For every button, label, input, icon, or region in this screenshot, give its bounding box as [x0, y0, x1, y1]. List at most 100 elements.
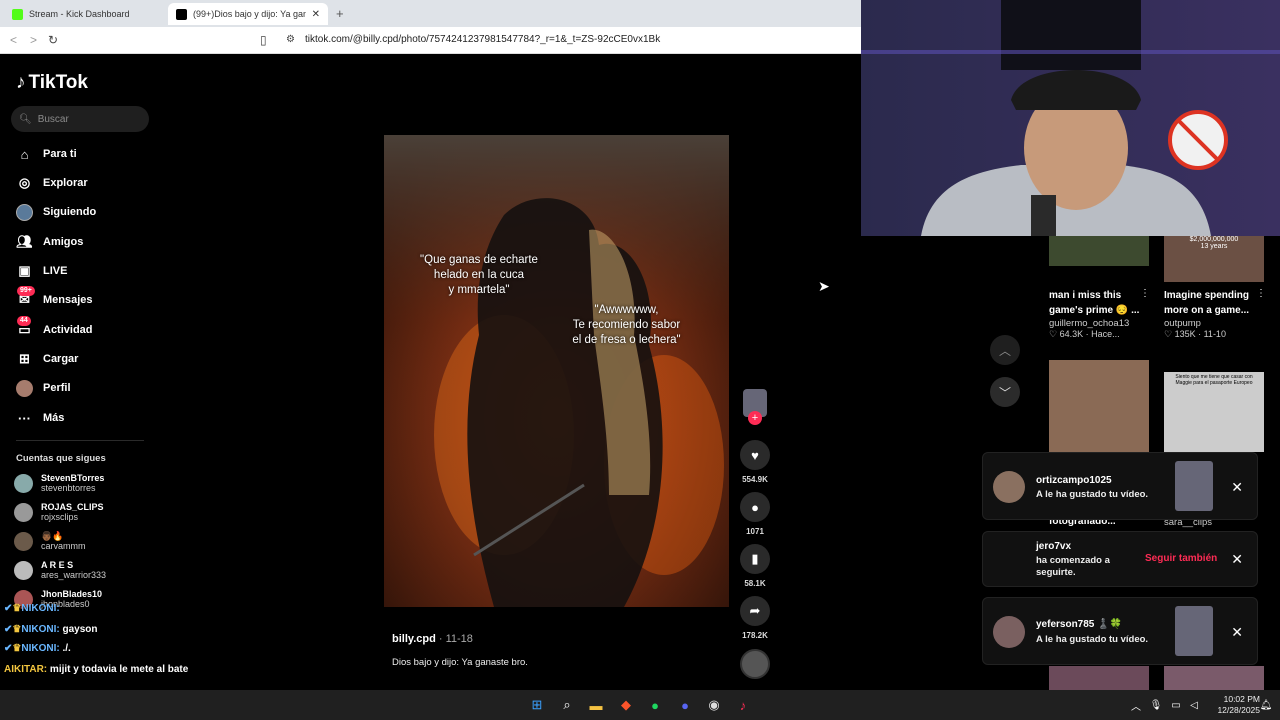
sidebar-item-explorar[interactable]: ◎ Explorar	[16, 172, 88, 194]
microphone-icon[interactable]: 🎙︎	[1146, 695, 1166, 715]
save-button[interactable]: ▮ 58.1K	[740, 544, 770, 588]
activity-badge: 44	[17, 315, 31, 326]
notification-toast[interactable]: ortizcampo1025 A le ha gustado tu vídeo.…	[982, 452, 1258, 520]
notification-message: ha comenzado a seguirte.	[1036, 555, 1110, 578]
file-explorer-icon[interactable]: ▬	[586, 695, 606, 715]
notification-message: A le ha gustado tu vídeo.	[1036, 489, 1149, 500]
notification-toast[interactable]: jero7vx ha comenzado a seguirte. Seguir …	[982, 531, 1258, 587]
new-tab-button[interactable]: +	[336, 6, 344, 21]
video-title: game's prime 😔 ...	[1049, 305, 1140, 316]
discord-icon[interactable]: ●	[675, 695, 695, 715]
sidebar-item-mensajes[interactable]: ✉ 99+ Mensajes	[16, 285, 93, 311]
bookmark-icon[interactable]: ▯	[260, 33, 267, 47]
video-stat-text: 64.3K · Hace...	[1059, 329, 1120, 339]
share-button[interactable]: ➦ 178.2K	[740, 596, 770, 640]
account-name: A R E S	[41, 560, 74, 570]
sidebar-item-label: Actividad	[43, 324, 93, 336]
caption-line: Te recomiendo sabor	[572, 319, 681, 331]
like-count: 554.9K	[742, 475, 768, 484]
caption-line: "Awwwwww,	[594, 304, 659, 316]
like-button[interactable]: ♥ 554.9K	[740, 440, 770, 484]
post-image[interactable]: "Que ganas de echarte helado en la cuca …	[384, 135, 729, 607]
follow-plus-icon[interactable]: +	[748, 411, 762, 425]
video-stats: ♡ 135K · 11-10	[1164, 329, 1226, 339]
video-thumbnail[interactable]	[1164, 666, 1264, 690]
upload-icon: ⊞	[19, 351, 30, 366]
notification-toast[interactable]: yeferson785 ♟️🍀 A le ha gustado tu vídeo…	[982, 597, 1258, 665]
taskbar: ⊞ ⌕ ▬ ◆ ● ● ◉ ♪ ︿ 🎙︎ ▭ ◁ 10:02 PM 12/28/…	[0, 690, 1280, 720]
chat-user: NIKONI:	[21, 603, 60, 614]
chevron-up-icon: ︿	[998, 343, 1011, 358]
tab-kick-dashboard[interactable]: Stream - Kick Dashboard	[4, 3, 164, 25]
avatar	[14, 561, 33, 580]
profile-icon	[16, 379, 33, 397]
sidebar-item-para-ti[interactable]: ⌂ Para ti	[16, 143, 77, 165]
comment-button[interactable]: ● 1071	[740, 492, 770, 536]
post-author[interactable]: billy.cpd · 11-18	[392, 633, 473, 645]
friends-icon: 👥︎	[16, 234, 33, 249]
video-thumbnail[interactable]	[1049, 360, 1149, 452]
account-name: ROJAS_CLIPS	[41, 502, 104, 512]
sidebar-item-perfil[interactable]: Perfil	[16, 377, 71, 399]
search-placeholder: Buscar	[37, 113, 69, 125]
chevron-up-icon[interactable]: ︿	[1126, 695, 1146, 715]
back-icon[interactable]: <	[10, 33, 17, 47]
reload-icon[interactable]: ↻	[48, 33, 58, 47]
author-avatar-button[interactable]: +	[740, 389, 770, 425]
tab-tiktok[interactable]: (99+)Dios bajo y dijo: Ya ganaste bro. ✕	[168, 3, 328, 25]
network-icon[interactable]: ▭	[1166, 695, 1186, 715]
video-card-info[interactable]: man i miss this game's prime 😔 ... guill…	[1049, 288, 1144, 340]
site-info-icon[interactable]: ⚙	[286, 34, 295, 45]
video-thumbnail[interactable]: Siento que me tiene que casar con Maggie…	[1164, 372, 1264, 452]
video-thumbnail[interactable]	[1049, 666, 1149, 690]
account-handle: carvammm	[41, 541, 86, 551]
close-tab-icon[interactable]: ✕	[312, 9, 320, 20]
notification-bell-icon[interactable]: 🔔︎	[1256, 695, 1276, 715]
more-options-icon[interactable]: ⋮	[1256, 288, 1266, 299]
sidebar-item-label: Explorar	[43, 177, 88, 189]
close-icon[interactable]: ✕	[1231, 479, 1243, 496]
spotify-icon[interactable]: ●	[645, 695, 665, 715]
close-icon[interactable]: ✕	[1231, 551, 1243, 568]
search-input[interactable]: 🔍︎ Buscar	[11, 106, 149, 132]
video-thumbnail[interactable]	[1049, 236, 1149, 266]
more-options-icon[interactable]: ⋮	[1140, 288, 1150, 299]
following-account[interactable]: 👨🏾🔥 carvammm	[14, 531, 86, 552]
chat-text: gayson	[62, 624, 98, 635]
forward-icon[interactable]: >	[30, 33, 37, 47]
follow-back-button[interactable]: Seguir también	[1145, 553, 1217, 564]
sidebar-item-cargar[interactable]: ⊞ Cargar	[16, 348, 78, 370]
previous-video-button[interactable]: ︿	[990, 335, 1020, 365]
account-handle: rojxsclips	[41, 512, 79, 522]
sidebar-item-mas[interactable]: ··· Más	[16, 407, 64, 429]
video-thumbnail	[1175, 606, 1213, 656]
url-field[interactable]: tiktok.com/@billy.cpd/photo/757424123798…	[305, 34, 660, 45]
close-icon[interactable]: ✕	[1231, 624, 1243, 641]
following-account[interactable]: StevenBTorres stevenbtorres	[14, 473, 104, 494]
sidebar-item-amigos[interactable]: 👥︎ Amigos	[16, 231, 83, 253]
video-title: Imagine spending	[1164, 290, 1250, 301]
obs-icon[interactable]: ◉	[704, 695, 724, 715]
brave-browser-icon[interactable]: ◆	[616, 695, 636, 715]
system-clock[interactable]: 10:02 PM 12/28/2025	[1217, 694, 1260, 716]
sidebar-item-live[interactable]: ▣ LIVE	[16, 260, 67, 282]
music-disc-button[interactable]	[740, 649, 770, 679]
kick-logo-icon	[12, 8, 23, 20]
sidebar-item-siguiendo[interactable]: Siguiendo	[16, 201, 96, 223]
video-card-info[interactable]: Imagine spending more on a game... outpu…	[1164, 288, 1264, 340]
video-user: guillermo_ochoa13	[1049, 318, 1130, 329]
windows-start-icon[interactable]: ⊞	[527, 695, 547, 715]
tiktok-logo[interactable]: ♪ TikTok	[16, 72, 88, 94]
crown-icon: ♛	[12, 643, 22, 654]
volume-icon[interactable]: ◁	[1184, 695, 1204, 715]
account-name: StevenBTorres	[41, 473, 105, 483]
following-account[interactable]: ROJAS_CLIPS rojxsclips	[14, 502, 104, 523]
following-account[interactable]: A R E Sares_warrior333	[14, 560, 106, 581]
video-thumbnail[interactable]: $2,000,000,000 13 years	[1164, 236, 1264, 282]
next-video-button[interactable]: ﹀	[990, 377, 1020, 407]
tiktok-app-icon[interactable]: ♪	[733, 695, 753, 715]
sidebar-item-actividad[interactable]: ▭ 44 Actividad	[16, 315, 93, 341]
account-name: JhonBlades10	[41, 589, 103, 599]
avatar	[14, 532, 33, 551]
search-icon[interactable]: ⌕	[557, 695, 577, 715]
